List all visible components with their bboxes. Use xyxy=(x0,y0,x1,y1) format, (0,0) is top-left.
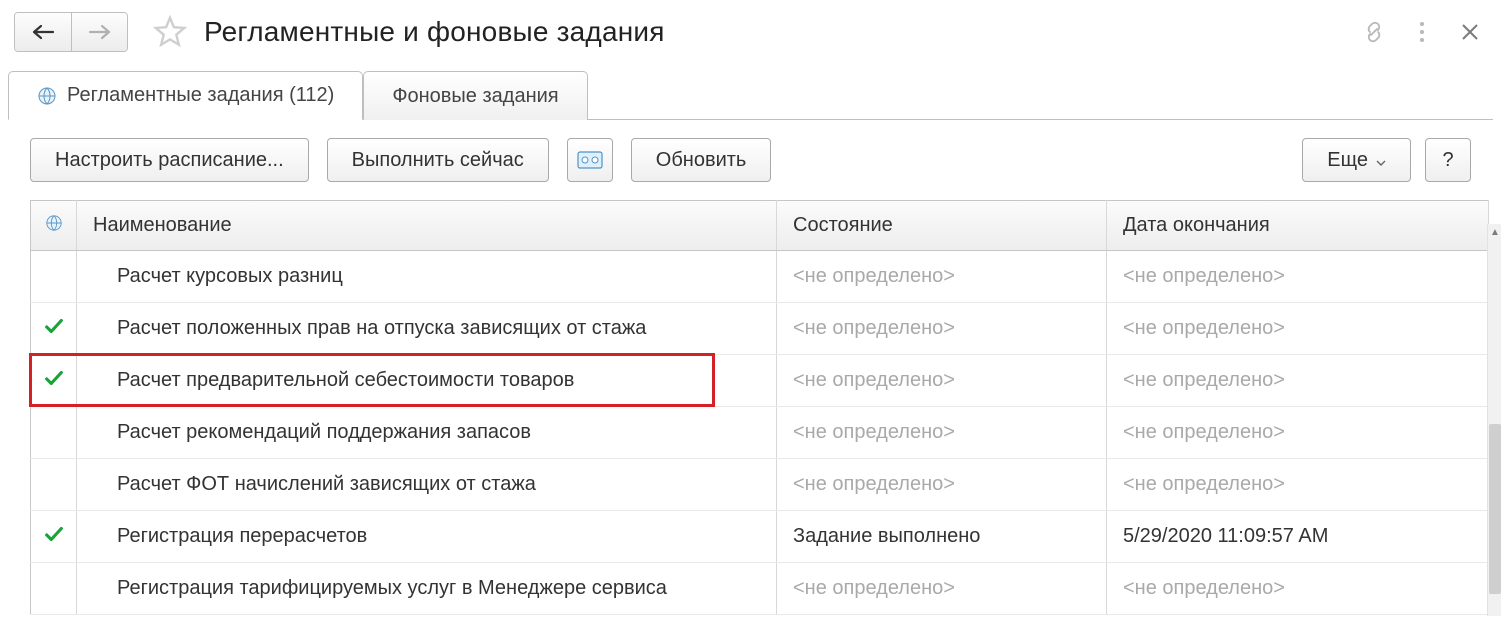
row-check-cell xyxy=(31,511,77,563)
button-label: ? xyxy=(1442,149,1453,172)
run-now-button[interactable]: Выполнить сейчас xyxy=(327,138,549,182)
table-row[interactable]: Расчет положенных прав на отпуска завися… xyxy=(31,303,1489,355)
header-bar: Регламентные и фоновые задания xyxy=(0,0,1501,70)
arrow-right-icon xyxy=(88,24,112,40)
kebab-menu-icon[interactable] xyxy=(1409,19,1435,45)
row-end-date-cell: <не определено> xyxy=(1107,563,1489,615)
page-title: Регламентные и фоновые задания xyxy=(204,16,665,48)
button-label: Настроить расписание... xyxy=(55,149,284,172)
row-end-date-cell: <не определено> xyxy=(1107,459,1489,511)
arrow-left-icon xyxy=(31,24,55,40)
button-label: Выполнить сейчас xyxy=(352,149,524,172)
col-header-icon[interactable] xyxy=(31,201,77,251)
row-end-date-cell: 5/29/2020 11:09:57 AM xyxy=(1107,511,1489,563)
caret-down-icon xyxy=(1376,149,1386,172)
jobs-table: Наименование Состояние Дата окончания Ра… xyxy=(30,200,1489,615)
row-name: Регистрация тарифицируемых услуг в Менед… xyxy=(93,577,760,600)
row-state-cell: <не определено> xyxy=(777,251,1107,303)
row-name: Расчет ФОТ начислений зависящих от стажа xyxy=(93,473,760,496)
row-name: Расчет курсовых разниц xyxy=(93,265,760,288)
row-state-cell: <не определено> xyxy=(777,303,1107,355)
schedule-button[interactable]: Настроить расписание... xyxy=(30,138,309,182)
row-name: Расчет рекомендаций поддержания запасов xyxy=(93,421,760,444)
record-button[interactable] xyxy=(567,138,613,182)
forward-button[interactable] xyxy=(71,13,127,51)
col-header-name[interactable]: Наименование xyxy=(77,201,777,251)
globe-icon xyxy=(45,214,63,232)
tab-background-jobs[interactable]: Фоновые задания xyxy=(363,71,587,120)
row-end-date-cell: <не определено> xyxy=(1107,355,1489,407)
table-row[interactable]: Расчет рекомендаций поддержания запасов <… xyxy=(31,407,1489,459)
row-check-cell xyxy=(31,251,77,303)
row-state-cell: Задание выполнено xyxy=(777,511,1107,563)
scroll-thumb[interactable] xyxy=(1489,424,1501,594)
row-state-cell: <не определено> xyxy=(777,355,1107,407)
back-button[interactable] xyxy=(15,13,71,51)
toolbar: Настроить расписание... Выполнить сейчас… xyxy=(0,120,1501,200)
scroll-up-icon[interactable]: ▲ xyxy=(1488,224,1501,240)
row-check-cell xyxy=(31,459,77,511)
cassette-icon xyxy=(577,151,603,169)
favorite-star-icon[interactable] xyxy=(150,12,190,52)
row-name: Регистрация перерасчетов xyxy=(93,525,760,548)
more-button[interactable]: Еще xyxy=(1302,138,1411,182)
row-state-cell: <не определено> xyxy=(777,563,1107,615)
globe-icon xyxy=(37,86,57,106)
row-name-cell: Расчет ФОТ начислений зависящих от стажа xyxy=(77,459,777,511)
row-end-date-cell: <не определено> xyxy=(1107,251,1489,303)
row-check-cell xyxy=(31,355,77,407)
row-name-cell: Регистрация перерасчетов xyxy=(77,511,777,563)
row-name-cell: Расчет рекомендаций поддержания запасов xyxy=(77,407,777,459)
tab-label: Регламентные задания (112) xyxy=(67,84,334,107)
row-check-cell xyxy=(31,303,77,355)
close-icon[interactable] xyxy=(1457,19,1483,45)
vertical-scrollbar[interactable]: ▲ xyxy=(1487,224,1501,616)
tab-label: Фоновые задания xyxy=(392,85,558,108)
table-row[interactable]: Расчет ФОТ начислений зависящих от стажа… xyxy=(31,459,1489,511)
row-check-cell xyxy=(31,407,77,459)
check-icon xyxy=(43,315,65,337)
table-row[interactable]: Расчет предварительной себестоимости тов… xyxy=(31,355,1489,407)
header-actions xyxy=(1361,19,1487,45)
tabs-container: Регламентные задания (112) Фоновые задан… xyxy=(0,70,1501,120)
toolbar-right: Еще ? xyxy=(1302,138,1471,182)
button-label: Обновить xyxy=(656,149,747,172)
table-area: Наименование Состояние Дата окончания Ра… xyxy=(0,200,1501,615)
check-icon xyxy=(43,367,65,389)
row-state-cell: <не определено> xyxy=(777,407,1107,459)
row-name-cell: Расчет курсовых разниц xyxy=(77,251,777,303)
refresh-button[interactable]: Обновить xyxy=(631,138,772,182)
tab-bar: Регламентные задания (112) Фоновые задан… xyxy=(8,70,1493,120)
help-button[interactable]: ? xyxy=(1425,138,1471,182)
row-name-cell: Расчет предварительной себестоимости тов… xyxy=(77,355,777,407)
table-header-row: Наименование Состояние Дата окончания xyxy=(31,201,1489,251)
col-header-state[interactable]: Состояние xyxy=(777,201,1107,251)
col-header-end-date[interactable]: Дата окончания xyxy=(1107,201,1489,251)
check-icon xyxy=(43,523,65,545)
nav-button-group xyxy=(14,12,128,52)
row-check-cell xyxy=(31,563,77,615)
tab-scheduled-jobs[interactable]: Регламентные задания (112) xyxy=(8,71,363,120)
table-row[interactable]: Регистрация тарифицируемых услуг в Менед… xyxy=(31,563,1489,615)
row-name: Расчет положенных прав на отпуска завися… xyxy=(93,317,760,340)
link-icon[interactable] xyxy=(1361,19,1387,45)
row-name-cell: Регистрация тарифицируемых услуг в Менед… xyxy=(77,563,777,615)
button-label: Еще xyxy=(1327,149,1368,172)
row-end-date-cell: <не определено> xyxy=(1107,407,1489,459)
table-row[interactable]: Регистрация перерасчетов Задание выполнен… xyxy=(31,511,1489,563)
row-state-cell: <не определено> xyxy=(777,459,1107,511)
table-row[interactable]: Расчет курсовых разниц <не определено><не… xyxy=(31,251,1489,303)
row-name: Расчет предварительной себестоимости тов… xyxy=(93,369,760,392)
row-name-cell: Расчет положенных прав на отпуска завися… xyxy=(77,303,777,355)
row-end-date-cell: <не определено> xyxy=(1107,303,1489,355)
